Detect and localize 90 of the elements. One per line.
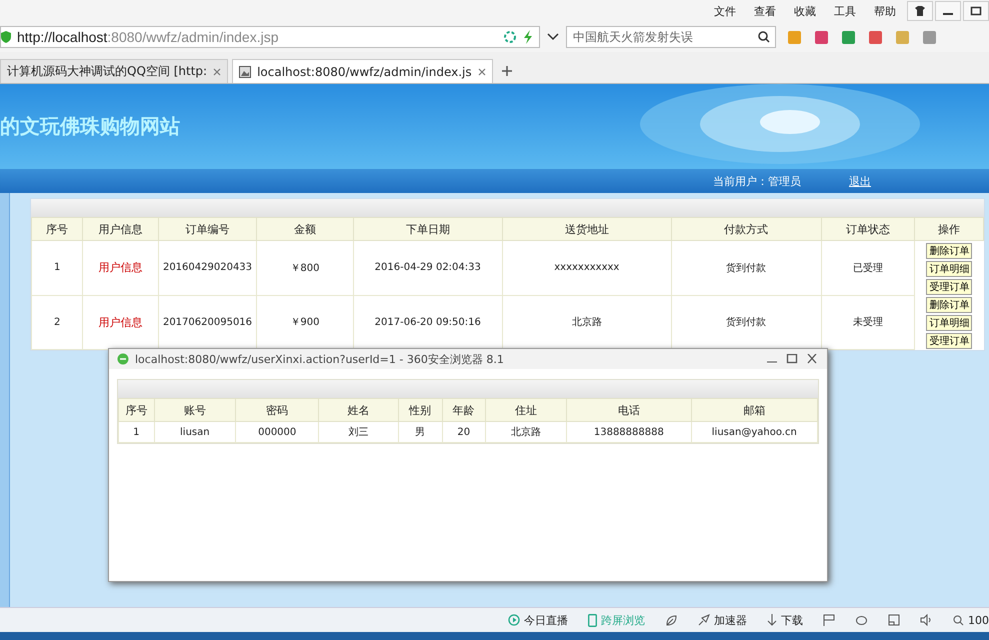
user-info-link[interactable]: 用户信息 [98, 261, 142, 274]
zoom-icon [953, 614, 964, 626]
extension-icon[interactable] [869, 30, 882, 44]
column-header: 操作 [914, 218, 984, 240]
skin-icon[interactable] [907, 1, 933, 21]
shield-icon [1, 31, 11, 43]
column-header: 序号 [32, 218, 83, 240]
page-icon [239, 66, 252, 78]
play-icon [508, 614, 520, 626]
rocket-icon [698, 614, 710, 626]
address-field[interactable]: http://localhost:8080/wwfz/admin/index.jsp [0, 26, 540, 48]
table-cell: 20160429020433 [158, 240, 257, 295]
live-button[interactable]: 今日直播 [508, 612, 568, 628]
zoom-button[interactable]: 100 [953, 614, 989, 626]
caret-icon[interactable] [546, 32, 560, 42]
column-header: 序号 [118, 398, 154, 422]
column-header: 账号 [154, 398, 236, 422]
menu-item[interactable]: 文件 [705, 4, 745, 18]
action-button[interactable]: 删除订单 [926, 297, 972, 313]
current-user: 当前用户：管理员 [713, 174, 801, 188]
speaker-icon[interactable] [920, 614, 933, 626]
download-button[interactable]: 下载 [767, 612, 803, 628]
table-cell: 货到付款 [671, 240, 822, 295]
column-header: 邮箱 [691, 398, 818, 422]
logout-link[interactable]: 退出 [849, 174, 871, 188]
column-header: 姓名 [318, 398, 398, 422]
close-icon[interactable] [213, 68, 222, 76]
site-title: 的文玩佛珠购物网站 [0, 113, 180, 140]
column-header: 性别 [398, 398, 442, 422]
minimize-icon[interactable] [935, 1, 961, 21]
table-cell: 000000 [236, 422, 319, 442]
menu-item[interactable]: 工具 [825, 4, 865, 18]
column-header: 电话 [566, 398, 692, 422]
menu-item[interactable]: 查看 [745, 4, 785, 18]
column-header: 金额 [256, 218, 354, 240]
action-button[interactable]: 订单明细 [926, 315, 972, 331]
url-text: http://localhost:8080/wwfz/admin/index.jsp [17, 29, 278, 45]
column-header: 订单状态 [821, 218, 915, 240]
table-cell: 已受理 [821, 240, 915, 295]
flag-icon[interactable] [823, 614, 835, 626]
extension-icon[interactable] [923, 30, 936, 44]
table-cell: 北京路 [485, 422, 567, 442]
table-cell: 刘三 [318, 422, 398, 442]
table-cell: 2 [32, 295, 83, 349]
search-field[interactable]: 中国航天火箭发射失误 [566, 26, 776, 48]
table-cell: ￥800 [256, 240, 354, 295]
tab-title: localhost:8080/wwfz/admin/index.js [257, 64, 472, 78]
browser-logo-icon [117, 353, 129, 365]
column-header: 年龄 [442, 398, 486, 422]
menu-item[interactable]: 收藏 [785, 4, 825, 18]
column-header: 付款方式 [671, 218, 822, 240]
column-header: 用户信息 [82, 218, 158, 240]
column-header: 订单编号 [158, 218, 257, 240]
extension-icon[interactable] [815, 30, 828, 44]
table-cell: 2016-04-29 02:04:33 [353, 240, 503, 295]
lightning-icon[interactable] [523, 30, 533, 44]
close-icon[interactable] [805, 354, 819, 364]
action-button[interactable]: 删除订单 [926, 243, 972, 259]
phone-icon [588, 614, 597, 626]
column-header: 住址 [485, 398, 567, 422]
column-header: 送货地址 [502, 218, 672, 240]
table-cell: xxxxxxxxxxx [502, 240, 672, 295]
table-cell: liusan [154, 422, 236, 442]
table-cell: liusan@yahoo.cn [691, 422, 818, 442]
accelerator-button[interactable]: 加速器 [698, 612, 747, 628]
close-icon[interactable] [478, 68, 486, 76]
download-icon [767, 614, 777, 626]
user-info-link[interactable]: 用户信息 [98, 316, 142, 328]
column-header: 密码 [236, 398, 319, 422]
table-cell: 13888888888 [566, 422, 692, 442]
browser-tab[interactable]: localhost:8080/wwfz/admin/index.js [232, 59, 493, 83]
menu-item[interactable]: 帮助 [865, 4, 905, 18]
reload-icon[interactable] [503, 30, 517, 44]
action-button[interactable]: 订单明细 [926, 261, 972, 277]
action-button[interactable]: 受理订单 [926, 333, 972, 349]
window-title: localhost:8080/wwfz/userXinxi.action?userId=1 - 360安全浏览器 8.1 [135, 352, 504, 366]
action-button[interactable]: 受理订单 [926, 279, 972, 295]
table-cell: 1 [32, 240, 83, 295]
maximize-icon[interactable] [785, 354, 799, 364]
table-cell: 男 [398, 422, 442, 442]
search-icon[interactable] [758, 31, 770, 43]
column-header: 下单日期 [353, 218, 503, 240]
window-icon[interactable] [888, 614, 900, 626]
tab-title: 计算机源码大神调试的QQ空间 [http: [7, 63, 208, 80]
table-cell: 20 [442, 422, 486, 442]
extension-icon[interactable] [842, 30, 855, 44]
new-tab-icon[interactable] [500, 65, 513, 77]
leaf-icon[interactable] [665, 614, 678, 626]
table-cell: 1 [118, 422, 154, 442]
browser-tab[interactable]: 计算机源码大神调试的QQ空间 [http: [0, 59, 228, 83]
